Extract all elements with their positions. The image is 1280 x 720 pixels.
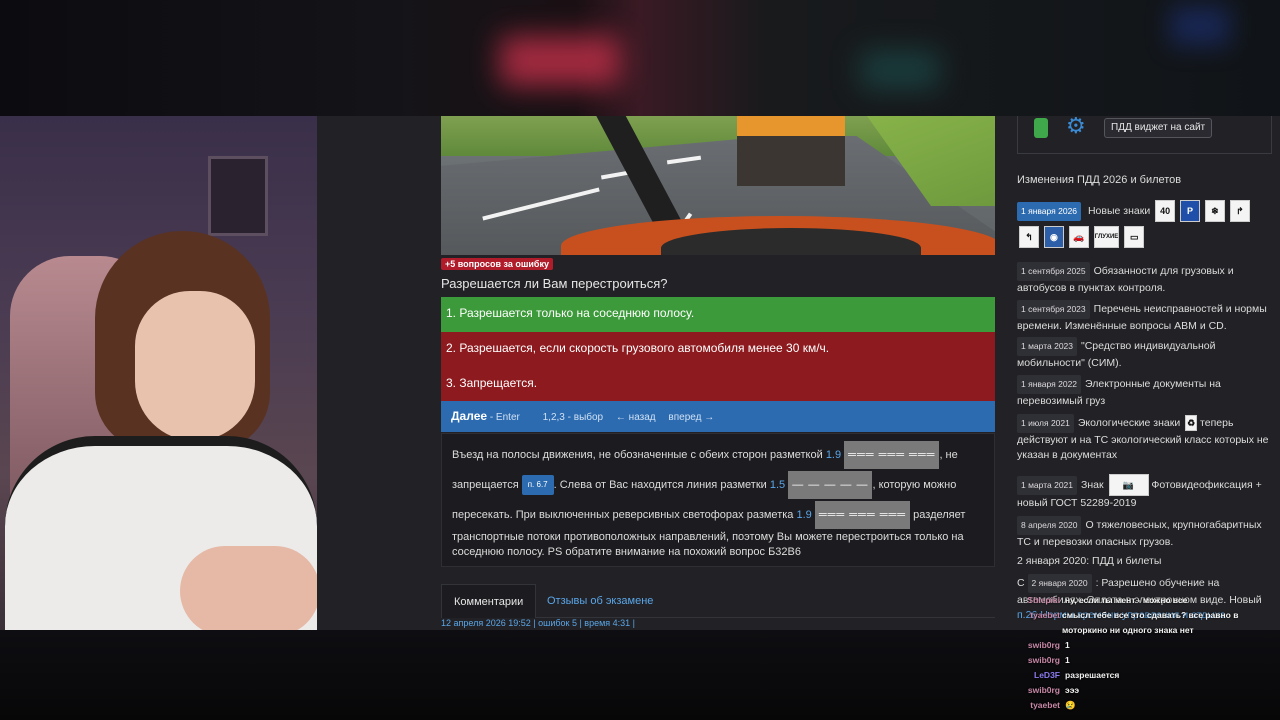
chat-message: swib0rg эээ xyxy=(1027,685,1080,695)
camera-sign-icon[interactable]: 📷 xyxy=(1108,474,1149,496)
streamer-face xyxy=(135,291,255,441)
changes-heading[interactable]: Изменения ПДД 2026 и билетов xyxy=(1017,174,1181,186)
answer-explanation: Въезд на полосы движения, не обозначенны… xyxy=(441,433,995,567)
question-navbar: Далее - Enter 1,2,3 - выбор ← назад впер… xyxy=(441,401,995,432)
streamer-arm xyxy=(180,546,317,630)
pdd-quiz-page: +5 вопросов за ошибку Разрешается ли Вам… xyxy=(317,116,1280,630)
gear-icon[interactable]: ⚙ xyxy=(1066,116,1086,138)
background-blur-top xyxy=(0,0,1280,116)
turn-left-sign-icon[interactable]: ↰ xyxy=(1019,226,1039,248)
news-plain-line[interactable]: 2 января 2020: ПДД и билеты xyxy=(1017,554,1272,569)
plate-sign-icon[interactable]: ▭ xyxy=(1124,226,1145,248)
sidebar-toolbar: ⚙ ПДД виджет на сайт xyxy=(1017,116,1272,154)
news-item: 1 марта 2021 Знак 📷 Фотовидеофиксация + н… xyxy=(1017,474,1272,511)
tab-comments[interactable]: Комментарии xyxy=(441,584,537,618)
deaf-sign-icon[interactable]: ГЛУХИЕ xyxy=(1093,226,1120,248)
marking-1-9-image: ═══ ═══ ═══ xyxy=(814,501,911,530)
crying-emote-icon: 😢 xyxy=(1065,700,1076,710)
widget-button[interactable]: ПДД виджет на сайт xyxy=(1104,118,1213,138)
answer-option-2[interactable]: 2. Разрешается, если скорость грузового … xyxy=(441,332,995,367)
question-image xyxy=(441,116,995,255)
chat-message: swib0rg 1 xyxy=(1027,640,1070,650)
marking-ref[interactable]: 1.9 xyxy=(826,449,841,461)
news-item: 1 марта 2023 "Средство индивидуальной моб… xyxy=(1017,337,1272,371)
rule-pill[interactable]: п. 6.7 xyxy=(521,475,554,496)
marking-ref[interactable]: 1.9 xyxy=(796,509,811,521)
back-link[interactable]: ← назад xyxy=(616,412,656,423)
exam-stamp: 12 апреля 2026 19:52 | ошибок 5 | время … xyxy=(441,618,636,628)
speed-sign-icon[interactable]: 40 xyxy=(1155,200,1176,222)
forward-link[interactable]: вперед → xyxy=(668,412,714,423)
tabs: Комментарии Отзывы об экзамене xyxy=(441,584,995,618)
marking-ref[interactable]: 1.5 xyxy=(770,479,785,491)
road-sign-icon[interactable]: ❄ xyxy=(1204,200,1225,222)
eco-sign-icon[interactable]: ♻ xyxy=(1185,415,1198,432)
zone-sign-icon[interactable]: ◉ xyxy=(1043,226,1064,248)
select-hint: 1,2,3 - выбор xyxy=(542,412,604,423)
webcam-feed xyxy=(0,116,317,630)
wall-frame xyxy=(208,156,268,236)
sidebar: ⚙ ПДД виджет на сайт Изменения ПДД 2026 … xyxy=(1009,116,1280,630)
answer-option-3[interactable]: 3. Запрещается. xyxy=(441,367,995,402)
next-button[interactable]: Далее - Enter xyxy=(451,409,530,423)
chat-message: LeD3F разрешается xyxy=(1034,670,1120,680)
turn-sign-icon[interactable]: ↱ xyxy=(1229,200,1250,222)
car-sign-icon[interactable]: 🚗 xyxy=(1068,226,1089,248)
truck xyxy=(737,116,845,186)
chat-message: Shlepiki ну, если ты мент - можно все xyxy=(1027,595,1188,605)
marking-1-5-image: — — — — — xyxy=(788,471,873,500)
tab-reviews[interactable]: Отзывы об экзамене xyxy=(535,584,665,618)
parking-sign-icon[interactable]: P xyxy=(1180,200,1201,222)
news-new-signs: 1 января 2026 Новые знаки 40 P ❄ ↱ ↰ ◉ 🚗… xyxy=(1017,200,1272,248)
chat-message: tyaebet смысл тебе все это сдавать? все р… xyxy=(1030,610,1239,635)
stream-chat: Shlepiki ну, если ты мент - можно все tya… xyxy=(1016,593,1280,713)
chat-message: swib0rg 1 xyxy=(1027,655,1070,665)
stream-stage: +5 вопросов за ошибку Разрешается ли Вам… xyxy=(0,0,1280,720)
error-penalty-badge: +5 вопросов за ошибку xyxy=(441,258,553,270)
news-item: 1 января 2022 Электронные документы на пе… xyxy=(1017,375,1272,409)
chat-message: tyaebet 😢 xyxy=(1030,700,1076,710)
phone-icon[interactable] xyxy=(1034,118,1048,138)
news-item: 8 апреля 2020 О тяжеловесных, крупногабар… xyxy=(1017,516,1272,550)
news-item: 1 июля 2021 Экологические знаки ♻ теперь … xyxy=(1017,414,1272,463)
answer-option-1[interactable]: 1. Разрешается только на соседнюю полосу… xyxy=(441,297,995,332)
marking-1-9-image: ═══ ═══ ═══ xyxy=(844,441,940,470)
question-text: Разрешается ли Вам перестроиться? xyxy=(441,276,668,291)
news-item: 1 сентября 2023 Перечень неисправностей и… xyxy=(1017,300,1272,334)
news-item: 1 сентября 2025 Обязанности для грузовых … xyxy=(1017,262,1272,296)
